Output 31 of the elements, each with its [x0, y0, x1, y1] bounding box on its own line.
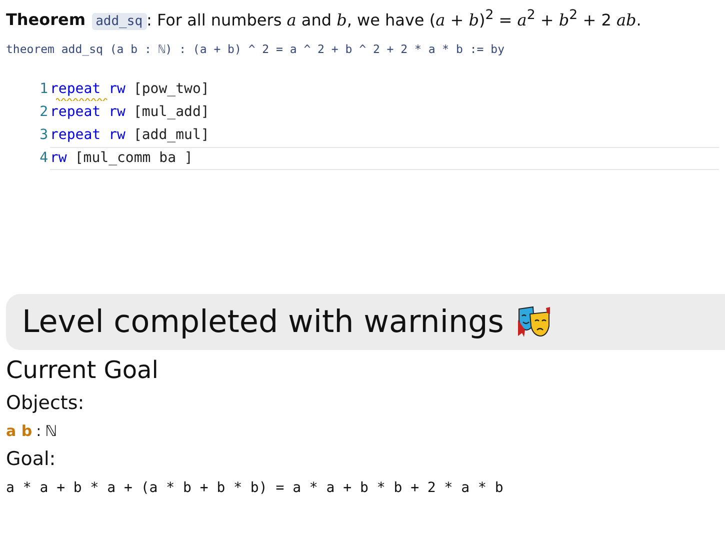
variable-type: ℕ	[45, 422, 58, 440]
section-title: Current Goal	[6, 356, 160, 384]
tactic-argument: [add_mul]	[133, 126, 210, 146]
objects-label: Objects:	[6, 392, 86, 414]
line-number: 1	[38, 80, 48, 100]
type-separator: :	[36, 422, 42, 440]
theorem-signature: theorem add_sq (a b : ℕ) : (a + b) ^ 2 = a ^ 2 + b ^ 2 + 2 * a * b := by	[6, 42, 506, 56]
code-line[interactable]: 3 repeat rw [add_mul]	[6, 124, 719, 148]
keyword: repeat	[50, 103, 101, 122]
line-number: 3	[38, 126, 48, 146]
theorem-label: Theorem	[6, 10, 86, 30]
tactic: rw	[50, 149, 67, 168]
banner-text: Level completed with warnings	[22, 304, 504, 340]
theater-masks-icon	[516, 306, 552, 338]
goal-expression: a * a + b * a + (a * b + b * b) = a * a + b * b + 2 * a * b	[6, 480, 504, 496]
keyword: repeat	[50, 126, 101, 146]
tactic: rw	[108, 126, 126, 146]
keyword: repeat	[50, 80, 101, 100]
variable-names: a b	[6, 422, 32, 440]
tactic: rw	[108, 103, 126, 122]
tactic-argument: [mul_add]	[133, 103, 210, 122]
code-line[interactable]: 2 repeat rw [mul_add]	[6, 101, 719, 124]
theorem-name: add_sq	[92, 13, 147, 30]
code-line[interactable]: 1 repeat rw [pow_two]	[6, 78, 719, 102]
tactic: rw	[108, 80, 126, 100]
goal-label: Goal:	[6, 448, 57, 470]
line-number: 4	[38, 149, 48, 168]
tactic-argument: [pow_two]	[133, 80, 210, 100]
line-number: 2	[38, 103, 48, 122]
tactic-argument: [mul_comm ba ]	[74, 149, 193, 168]
theorem-statement: : For all numbers a and b, we have (a + b)$^{2}$ = a$^{2}$ + b$^{2}$ + 2 ab.	[146, 8, 642, 30]
